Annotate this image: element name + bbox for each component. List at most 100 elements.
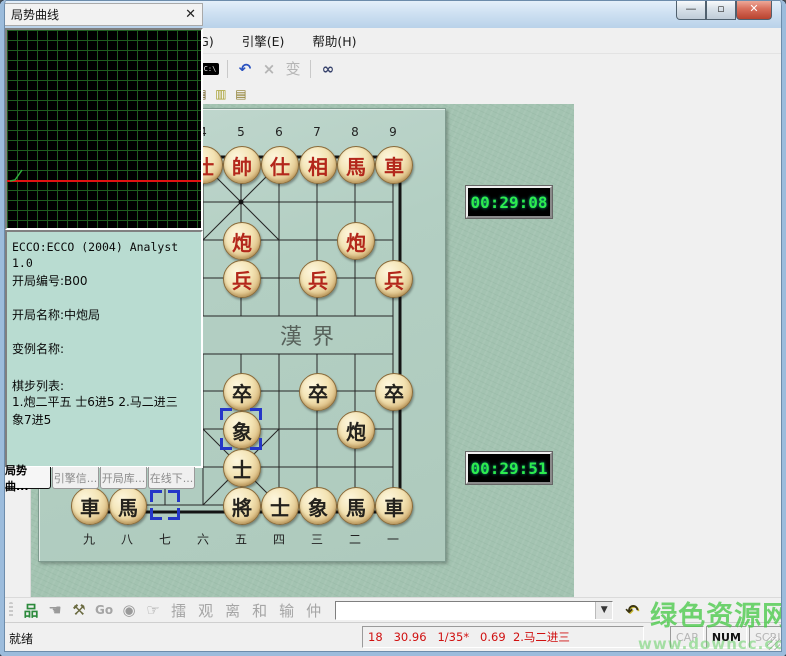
river-label-right: 漢界 <box>280 319 344 351</box>
tab-1[interactable]: 引擎信... <box>52 467 99 489</box>
game-action-button-0[interactable]: 擂 <box>171 600 186 621</box>
panel-close-icon[interactable]: ✕ <box>185 7 196 22</box>
close-button[interactable]: ✕ <box>736 0 772 20</box>
game-action-button-4[interactable]: 输 <box>279 600 294 621</box>
file-number-top: 8 <box>351 125 359 139</box>
engine-status-cell: 18 30.96 1/35* 0.69 2.马二进三 <box>362 626 644 648</box>
game-action-button-5[interactable]: 仲 <box>306 600 321 621</box>
black-piece[interactable]: 將 <box>223 487 261 525</box>
go-button[interactable]: Go <box>95 603 113 617</box>
bracket-corner <box>220 438 232 450</box>
red-piece[interactable]: 車 <box>375 146 413 184</box>
red-piece[interactable]: 仕 <box>261 146 299 184</box>
opening-code: 开局编号:B00 <box>12 273 197 289</box>
tab-2[interactable]: 开局库... <box>100 467 147 489</box>
black-piece[interactable]: 士 <box>261 487 299 525</box>
chart-baseline <box>7 180 201 182</box>
move-origin-marker <box>150 490 180 520</box>
tab-0[interactable]: 局势曲... <box>4 467 51 489</box>
move-destination-marker <box>220 408 262 450</box>
red-piece[interactable]: 兵 <box>375 260 413 298</box>
chevron-down-icon[interactable]: ▼ <box>595 602 612 619</box>
minimize-button[interactable]: — <box>676 0 706 20</box>
bracket-corner <box>220 408 232 420</box>
cut-icon[interactable]: × <box>258 59 280 79</box>
toolbar-separator <box>310 60 311 78</box>
file-number-bottom: 四 <box>273 531 285 548</box>
black-piece[interactable]: 馬 <box>109 487 147 525</box>
file-number-bottom: 五 <box>235 531 247 548</box>
opening-name: 开局名称:中炮局 <box>12 307 197 323</box>
black-piece[interactable]: 車 <box>375 487 413 525</box>
file-number-bottom: 六 <box>197 531 209 548</box>
tools-icon[interactable]: ⚒ <box>68 600 90 620</box>
engine-info-line: ECCO:ECCO (2004) Analyst 1.0 <box>12 239 197 271</box>
black-piece[interactable]: 車 <box>71 487 109 525</box>
black-piece[interactable]: 卒 <box>299 373 337 411</box>
situation-curve-chart <box>5 28 203 230</box>
game-action-button-1[interactable]: 观 <box>198 600 213 621</box>
redo-arrow-icon[interactable]: ↶ <box>625 601 638 620</box>
red-piece[interactable]: 馬 <box>337 146 375 184</box>
find-position-icon[interactable]: ∞ <box>317 59 339 79</box>
maximize-button[interactable]: ▫ <box>706 0 736 20</box>
red-piece[interactable]: 兵 <box>299 260 337 298</box>
panel-title-bar[interactable]: 局势曲线 ✕ <box>4 3 203 26</box>
black-piece[interactable]: 炮 <box>337 411 375 449</box>
undo-icon[interactable]: ↶ <box>234 59 256 79</box>
bracket-corner <box>150 508 162 520</box>
watch-eye-icon[interactable]: ◉ <box>118 600 140 620</box>
black-piece[interactable]: 卒 <box>375 373 413 411</box>
console-glyph: C:\ <box>201 63 220 75</box>
black-piece[interactable]: 士 <box>223 449 261 487</box>
game-action-button-2[interactable]: 离 <box>225 600 240 621</box>
status-ready-text: 就绪 <box>9 630 33 647</box>
copy-position-icon[interactable]: ▥ <box>212 84 230 104</box>
game-action-button-3[interactable]: 和 <box>252 600 267 621</box>
red-piece[interactable]: 炮 <box>223 222 261 260</box>
file-number-bottom: 九 <box>83 531 95 548</box>
bracket-corner <box>250 438 262 450</box>
black-piece[interactable]: 象 <box>299 487 337 525</box>
red-piece[interactable]: 相 <box>299 146 337 184</box>
menu-item-4[interactable]: 帮助(H) <box>302 28 366 53</box>
paste-position-icon[interactable]: ▤ <box>232 84 250 104</box>
red-piece[interactable]: 兵 <box>223 260 261 298</box>
bracket-corner <box>168 490 180 502</box>
bracket-corner <box>150 490 162 502</box>
resize-grip[interactable] <box>767 637 780 650</box>
toolbar-grip[interactable] <box>9 602 13 619</box>
game-toolbar: 品☚⚒ Go ◉☞ 擂观离和输仲 ▼ ↶ <box>4 597 782 622</box>
file-number-bottom: 七 <box>159 531 171 548</box>
panel-tabs: 局势曲...引擎信...开局库...在线下... <box>4 467 196 491</box>
black-piece[interactable]: 馬 <box>337 487 375 525</box>
point-hand-icon[interactable]: ☞ <box>142 600 164 620</box>
file-number-top: 6 <box>275 125 283 139</box>
file-number-bottom: 八 <box>121 531 133 548</box>
chart-curve-start <box>9 167 29 183</box>
change-side-icon[interactable]: 变 <box>282 59 304 79</box>
moves-line-1: 1.炮二平五 士6进5 2.马二进三 <box>12 394 197 410</box>
opening-info-panel: ECCO:ECCO (2004) Analyst 1.0 开局编号:B00 开局… <box>5 230 203 468</box>
indicator-cap: CAP <box>670 626 704 648</box>
status-bar: 就绪 18 30.96 1/35* 0.69 2.马二进三 CAPNUMSCRL <box>4 622 782 652</box>
tab-3[interactable]: 在线下... <box>148 467 195 489</box>
file-number-top: 5 <box>237 125 245 139</box>
arena-icon[interactable]: 品 <box>20 600 42 620</box>
black-clock: 00:29:51 <box>466 452 552 484</box>
red-piece[interactable]: 炮 <box>337 222 375 260</box>
file-number-top: 9 <box>389 125 397 139</box>
file-number-bottom: 二 <box>349 531 361 548</box>
menu-item-3[interactable]: 引擎(E) <box>232 28 295 53</box>
red-piece[interactable]: 帥 <box>223 146 261 184</box>
file-number-bottom: 一 <box>387 531 399 548</box>
move-combobox[interactable]: ▼ <box>335 601 613 620</box>
hand-icon[interactable]: ☚ <box>44 600 66 620</box>
application-window: xqmaster — ▫ ✕ 文件(F)查看(V)游戏(G)引擎(E)帮助(H)… <box>0 0 786 656</box>
file-number-top: 7 <box>313 125 321 139</box>
file-number-bottom: 三 <box>311 531 323 548</box>
black-piece[interactable]: 卒 <box>223 373 261 411</box>
moves-header: 棋步列表: <box>12 378 197 394</box>
panel-title: 局势曲线 <box>11 6 59 23</box>
red-clock: 00:29:08 <box>466 186 552 218</box>
